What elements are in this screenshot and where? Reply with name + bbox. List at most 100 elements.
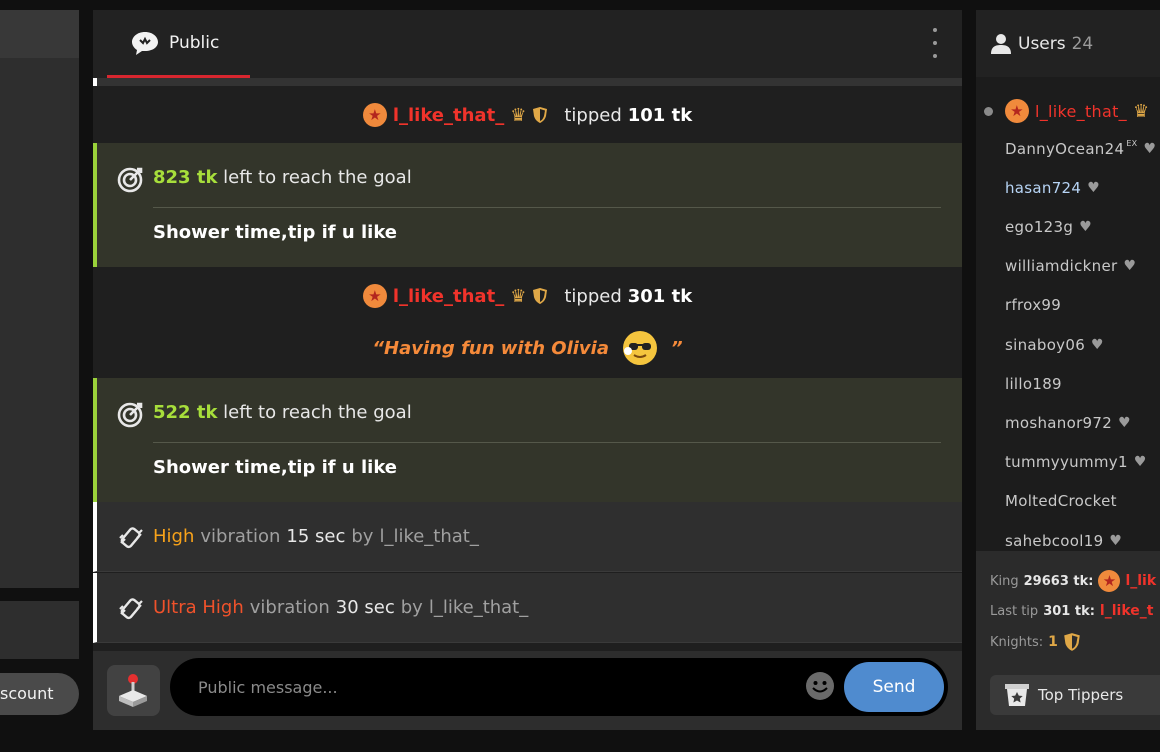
tip-note-close: ” — [670, 337, 683, 359]
chat-header: Public — [93, 10, 962, 78]
goal-status: 823 tk left to reach the goal — [153, 167, 412, 188]
tab-public-label: Public — [169, 32, 220, 53]
vibration-user[interactable]: l_like_that_ — [379, 526, 478, 547]
tab-public[interactable]: Public — [107, 10, 250, 78]
tip-verb: tipped — [564, 104, 622, 126]
user-list-item[interactable]: sinaboy06 ♥ — [1005, 336, 1104, 354]
user-icon — [991, 33, 1011, 54]
vibration-icon — [119, 598, 143, 620]
last-tip-amount: 301 tk: — [1043, 603, 1095, 619]
user-list-item[interactable]: rfrox99 — [1005, 296, 1061, 314]
vibration-level: Ultra High — [153, 597, 244, 618]
knight-shield-icon — [533, 107, 548, 123]
goal-text: left to reach the goal — [223, 167, 412, 188]
goal-divider — [153, 207, 941, 208]
joystick-button[interactable] — [107, 665, 160, 716]
user-name: MoltedCrocket — [1005, 492, 1117, 510]
message-input-wrapper: Send — [170, 658, 948, 716]
goal-amount: 823 tk — [153, 167, 218, 188]
target-icon — [117, 402, 143, 428]
last-tip-label: Last tip — [990, 603, 1039, 619]
knight-shield-icon — [1064, 633, 1080, 651]
tip-note-text: “Having fun with Olivia — [372, 337, 609, 359]
heart-icon: ♥ — [1087, 180, 1101, 196]
online-status-icon — [984, 106, 993, 116]
users-panel: Users 24 ★ l_like_that_ ♛ DannyOcean24 EX… — [976, 10, 1160, 730]
king-star-icon: ★ — [1098, 570, 1121, 592]
cool-emoji-icon — [622, 331, 657, 365]
tip-username[interactable]: l_like_that_ — [393, 105, 504, 126]
tip-username[interactable]: l_like_that_ — [393, 286, 504, 307]
vibration-word: vibration — [200, 526, 281, 547]
king-star-icon: ★ — [1005, 99, 1029, 123]
knights-count: 1 — [1048, 634, 1058, 650]
goal-subject: Shower time,tip if u like — [153, 457, 398, 478]
chat-panel: Public ★ l_like_that_ ♛ tipped 101 tk 82… — [93, 10, 962, 730]
heart-icon: ♥ — [1079, 219, 1093, 235]
heart-icon: ♥ — [1123, 258, 1137, 274]
emoji-picker-icon[interactable] — [805, 671, 835, 701]
tip-message: ★ l_like_that_ ♛ tipped 301 tk — [93, 277, 962, 315]
discount-button[interactable]: scount — [0, 673, 79, 715]
user-name: ego123g — [1005, 218, 1074, 236]
heart-icon: ♥ — [1143, 141, 1157, 157]
vibration-message: Ultra High vibration 30 sec by l_like_th… — [93, 573, 962, 643]
goal-divider — [153, 442, 941, 443]
heart-icon: ♥ — [1091, 337, 1104, 353]
tip-amount: 101 tk — [627, 104, 693, 126]
crown-icon: ♛ — [1132, 100, 1150, 122]
vibration-message: High vibration 15 sec by l_like_that_ — [93, 502, 962, 572]
users-title: Users — [1018, 33, 1066, 54]
chat-bubble-icon — [132, 31, 158, 55]
vibration-duration: 30 sec — [335, 597, 395, 618]
user-list[interactable]: ★ l_like_that_ ♛ DannyOcean24 EX ♥ hasan72… — [976, 77, 1160, 551]
king-username[interactable]: l_lik — [1125, 573, 1156, 589]
tip-message: ★ l_like_that_ ♛ tipped 101 tk — [93, 96, 962, 134]
app-root: scount Public ★ l_like_that_ ♛ tipped 10… — [0, 0, 1160, 752]
message-composer: Send — [93, 651, 962, 730]
knights-stat: Knights: 1 — [990, 632, 1081, 652]
send-button[interactable]: Send — [844, 662, 944, 712]
king-star-icon: ★ — [362, 103, 387, 127]
goal-amount: 522 tk — [153, 402, 218, 423]
tip-verb: tipped — [564, 285, 622, 307]
user-list-item[interactable]: moshanor972 ♥ — [1005, 414, 1131, 432]
knight-shield-icon — [533, 288, 548, 304]
user-name: moshanor972 — [1005, 414, 1113, 432]
heart-icon: ♥ — [1109, 533, 1123, 549]
user-list-item[interactable]: lillo189 — [1005, 375, 1062, 393]
king-amount: 29663 tk: — [1023, 573, 1094, 589]
left-panel — [0, 10, 79, 588]
user-list-item[interactable]: ego123g ♥ — [1005, 218, 1092, 236]
user-list-item[interactable]: sahebcool19 ♥ — [1005, 532, 1122, 550]
public-message-input[interactable] — [198, 658, 778, 716]
king-label: King — [990, 573, 1019, 589]
user-list-item[interactable]: MoltedCrocket — [1005, 492, 1117, 510]
top-tippers-label: Top Tippers — [1038, 686, 1124, 704]
vibration-by: by — [351, 526, 374, 547]
user-list-item[interactable]: DannyOcean24 EX ♥ — [1005, 138, 1157, 159]
vibration-level: High — [153, 526, 195, 547]
user-list-item-king[interactable]: ★ l_like_that_ ♛ — [984, 99, 1149, 123]
top-tippers-button[interactable]: Top Tippers — [990, 675, 1160, 715]
user-name: hasan724 — [1005, 179, 1082, 197]
users-count: 24 — [1071, 33, 1094, 54]
more-options-icon[interactable] — [930, 28, 940, 58]
ex-badge: EX — [1126, 138, 1138, 148]
last-tip-username[interactable]: l_like_t — [1100, 603, 1154, 619]
vibration-icon — [119, 527, 143, 549]
user-list-item[interactable]: williamdickner ♥ — [1005, 257, 1136, 275]
vibration-duration: 15 sec — [286, 526, 346, 547]
user-list-item[interactable]: hasan724 ♥ — [1005, 179, 1100, 197]
user-list-item[interactable]: tummyyummy1 ♥ — [1005, 453, 1147, 471]
vibration-user[interactable]: l_like_that_ — [429, 597, 528, 618]
user-name: williamdickner — [1005, 257, 1118, 275]
knights-label: Knights: — [990, 634, 1044, 650]
joystick-icon — [119, 674, 147, 707]
user-name: DannyOcean24 — [1005, 140, 1125, 158]
goal-message: 823 tk left to reach the goal Shower tim… — [93, 143, 962, 267]
left-panel-lower — [0, 601, 79, 659]
message-list[interactable]: ★ l_like_that_ ♛ tipped 101 tk 823 tk le… — [93, 78, 962, 651]
users-header: Users 24 — [976, 10, 1160, 77]
goal-subject: Shower time,tip if u like — [153, 222, 398, 243]
